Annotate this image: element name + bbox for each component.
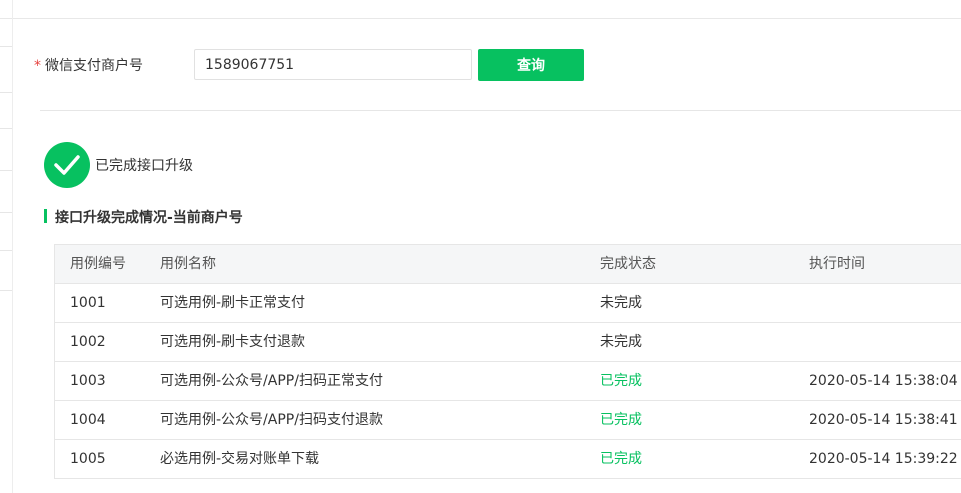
table-row: 1002 可选用例-刷卡支付退款 未完成 [55, 323, 961, 362]
case-name: 必选用例-交易对账单下载 [160, 451, 320, 467]
case-id: 1002 [70, 334, 106, 350]
header-case-name: 用例名称 [160, 256, 216, 272]
case-name: 可选用例-公众号/APP/扫码支付退款 [160, 412, 383, 428]
case-status: 未完成 [600, 295, 642, 311]
left-sidebar-edge [0, 0, 13, 493]
upgrade-status-text: 已完成接口升级 [95, 158, 193, 174]
table-row: 1001 可选用例-刷卡正常支付 未完成 [55, 284, 961, 323]
merchant-id-label: * 微信支付商户号 [34, 55, 143, 75]
query-button[interactable]: 查询 [478, 49, 584, 81]
table-row: 1005 必选用例-交易对账单下载 已完成 2020-05-14 15:39:2… [55, 440, 961, 479]
top-bar [0, 0, 961, 19]
case-exec-time: 2020-05-14 15:38:41 [809, 412, 958, 428]
table-row: 1004 可选用例-公众号/APP/扫码支付退款 已完成 2020-05-14 … [55, 401, 961, 440]
test-case-table: 用例编号 用例名称 完成状态 执行时间 1001 可选用例-刷卡正常支付 未完成… [54, 244, 961, 479]
case-exec-time: 2020-05-14 15:39:22 [809, 451, 958, 467]
merchant-id-input[interactable] [194, 49, 472, 80]
header-exec-time: 执行时间 [809, 256, 865, 272]
case-status: 已完成 [600, 451, 642, 467]
table-header-row: 用例编号 用例名称 完成状态 执行时间 [55, 245, 961, 284]
divider [40, 110, 961, 111]
case-status: 未完成 [600, 334, 642, 350]
case-id: 1005 [70, 451, 106, 467]
header-case-id: 用例编号 [70, 256, 126, 272]
case-status: 已完成 [600, 412, 642, 428]
required-mark: * [34, 58, 41, 74]
table-row: 1003 可选用例-公众号/APP/扫码正常支付 已完成 2020-05-14 … [55, 362, 961, 401]
case-id: 1004 [70, 412, 106, 428]
case-name: 可选用例-刷卡支付退款 [160, 334, 306, 350]
section-title: 接口升级完成情况-当前商户号 [55, 210, 243, 226]
case-id: 1003 [70, 373, 106, 389]
case-name: 可选用例-公众号/APP/扫码正常支付 [160, 373, 383, 389]
merchant-id-label-text: 微信支付商户号 [45, 58, 143, 74]
header-status: 完成状态 [600, 256, 656, 272]
check-circle-icon [44, 142, 90, 188]
case-status: 已完成 [600, 373, 642, 389]
case-exec-time: 2020-05-14 15:38:04 [809, 373, 958, 389]
case-name: 可选用例-刷卡正常支付 [160, 295, 306, 311]
section-marker [44, 209, 47, 223]
case-id: 1001 [70, 295, 106, 311]
